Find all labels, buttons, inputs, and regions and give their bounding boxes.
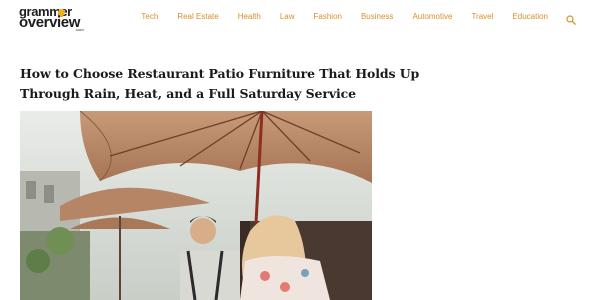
logo-suffix: .com (75, 27, 84, 32)
nav-item-law[interactable]: Law (280, 12, 295, 22)
nav-item-travel[interactable]: Travel (471, 12, 493, 22)
site-header: grammer overview .com Tech Real Estate H… (0, 0, 600, 38)
nav-item-health[interactable]: Health (238, 12, 261, 22)
article-title: How to Choose Restaurant Patio Furniture… (20, 66, 420, 101)
nav-item-fashion[interactable]: Fashion (314, 12, 342, 22)
lightbulb-icon (58, 9, 65, 17)
main-nav: Tech Real Estate Health Law Fashion Busi… (141, 12, 576, 25)
nav-item-real-estate[interactable]: Real Estate (177, 12, 218, 22)
site-logo[interactable]: grammer overview .com (19, 5, 89, 33)
search-icon[interactable] (566, 12, 576, 25)
nav-item-business[interactable]: Business (361, 12, 393, 22)
featured-image (20, 111, 372, 300)
nav-item-tech[interactable]: Tech (141, 12, 158, 22)
logo-line2: overview (19, 14, 81, 31)
nav-item-education[interactable]: Education (512, 12, 548, 22)
nav-item-automotive[interactable]: Automotive (412, 12, 452, 22)
